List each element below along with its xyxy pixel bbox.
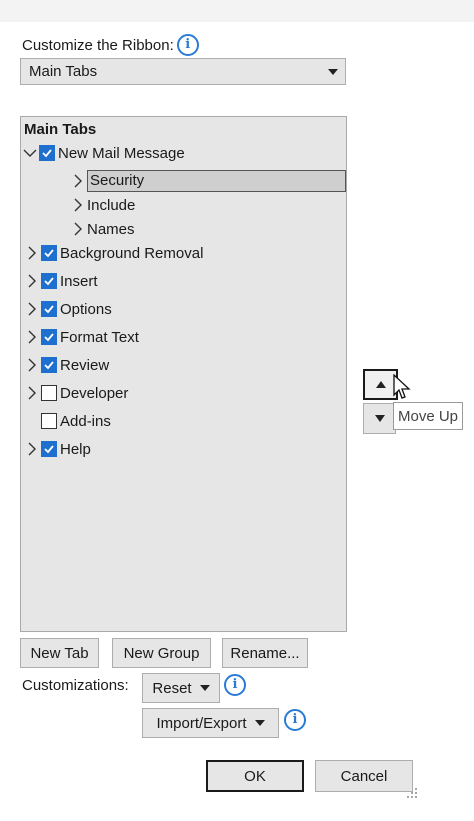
new-group-button[interactable]: New Group	[112, 638, 211, 668]
chevron-right-icon[interactable]	[25, 328, 39, 346]
tree-item-insert[interactable]: Insert	[25, 269, 98, 293]
chevron-right-icon[interactable]	[25, 272, 39, 290]
checkbox-checked-icon[interactable]	[41, 441, 57, 457]
tree-item-label: Review	[60, 356, 110, 374]
tree-item-review[interactable]: Review	[25, 353, 109, 377]
tree-item-names[interactable]: Names	[71, 217, 135, 241]
rename-label: Rename...	[230, 644, 300, 662]
import-export-button[interactable]: Import/Export	[142, 708, 279, 738]
tree-item-label: Include	[87, 196, 136, 214]
import-export-label: Import/Export	[156, 714, 247, 732]
checkbox-checked-icon[interactable]	[39, 145, 55, 161]
tree-item-label: Add-ins	[60, 412, 111, 430]
checkbox-checked-icon[interactable]	[41, 357, 57, 373]
checkbox-checked-icon[interactable]	[41, 301, 57, 317]
checkbox-checked-icon[interactable]	[41, 329, 57, 345]
tree-item-label: Background Removal	[60, 244, 204, 262]
ribbon-tabs-dropdown[interactable]: Main Tabs	[20, 58, 346, 85]
chevron-right-icon[interactable]	[71, 196, 85, 214]
cancel-label: Cancel	[340, 767, 388, 785]
new-tab-label: New Tab	[30, 644, 89, 662]
reset-label: Reset	[152, 679, 192, 697]
move-up-tooltip: Move Up	[393, 402, 463, 430]
tree-item-include[interactable]: Include	[71, 193, 135, 217]
info-icon[interactable]: i	[224, 674, 246, 696]
reset-button[interactable]: Reset	[142, 673, 220, 703]
ribbon-tree[interactable]: Main Tabs New Mail Message Security Incl…	[20, 116, 347, 632]
tree-item-help[interactable]: Help	[25, 437, 91, 461]
tree-item-new-mail-message[interactable]: New Mail Message	[23, 141, 185, 165]
tree-item-security[interactable]: Security	[71, 169, 346, 193]
mouse-cursor-icon	[393, 374, 411, 399]
customize-ribbon-label: Customize the Ribbon: i	[22, 34, 199, 56]
dropdown-arrow-icon	[328, 69, 338, 75]
chevron-right-icon[interactable]	[25, 384, 39, 402]
chevron-right-icon[interactable]	[25, 300, 39, 318]
top-strip	[0, 0, 474, 22]
info-icon[interactable]: i	[284, 709, 306, 731]
chevron-down-icon[interactable]	[23, 144, 37, 162]
rename-button[interactable]: Rename...	[222, 638, 308, 668]
chevron-right-icon[interactable]	[25, 356, 39, 374]
resize-grip-icon[interactable]	[406, 787, 418, 799]
triangle-down-icon	[374, 415, 385, 422]
chevron-down-icon	[199, 685, 210, 691]
customizations-label: Customizations:	[22, 677, 129, 694]
cancel-button[interactable]: Cancel	[315, 760, 413, 792]
move-down-button[interactable]	[363, 403, 396, 434]
chevron-down-icon	[254, 720, 265, 726]
tree-item-options[interactable]: Options	[25, 297, 112, 321]
tree-item-format-text[interactable]: Format Text	[25, 325, 139, 349]
tree-item-label: Help	[60, 440, 91, 458]
chevron-right-icon[interactable]	[71, 220, 85, 238]
chevron-right-icon[interactable]	[25, 440, 39, 458]
ok-label: OK	[244, 767, 266, 785]
ok-button[interactable]: OK	[206, 760, 304, 792]
triangle-up-icon	[375, 381, 386, 388]
checkbox-unchecked-icon[interactable]	[41, 385, 57, 401]
tree-item-add-ins[interactable]: Add-ins	[41, 409, 111, 433]
dropdown-value: Main Tabs	[29, 63, 98, 80]
tree-item-label: Options	[60, 300, 112, 318]
customize-ribbon-text: Customize the Ribbon:	[22, 36, 174, 54]
new-group-label: New Group	[123, 644, 200, 662]
tree-item-label: Insert	[60, 272, 98, 290]
tree-item-developer[interactable]: Developer	[25, 381, 128, 405]
checkbox-checked-icon[interactable]	[41, 245, 57, 261]
new-tab-button[interactable]: New Tab	[20, 638, 99, 668]
tree-item-label: Developer	[60, 384, 129, 402]
tree-item-label: Security	[87, 170, 346, 192]
tree-item-label: New Mail Message	[58, 144, 185, 162]
chevron-right-icon[interactable]	[71, 172, 85, 190]
tree-item-background-removal[interactable]: Background Removal	[25, 241, 203, 265]
chevron-right-icon[interactable]	[25, 244, 39, 262]
tree-item-label: Names	[87, 220, 135, 238]
info-icon[interactable]: i	[176, 34, 199, 56]
checkbox-checked-icon[interactable]	[41, 273, 57, 289]
checkbox-unchecked-icon[interactable]	[41, 413, 57, 429]
tree-item-label: Format Text	[60, 328, 139, 346]
tree-heading: Main Tabs	[24, 121, 97, 138]
